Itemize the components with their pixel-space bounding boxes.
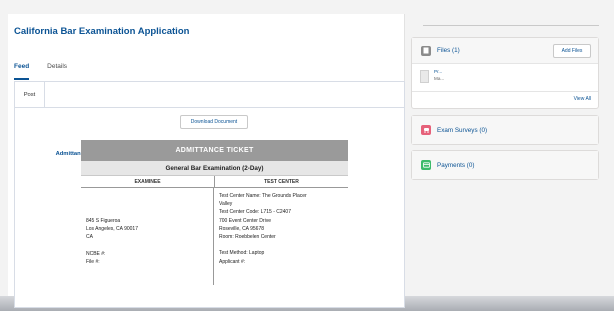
surveys-card-header: Exam Surveys (0) [412,116,598,144]
ticket-heading: ADMITTANCE TICKET [81,140,348,161]
center-code: Test Center Code: L715 - C2407 [219,209,291,216]
files-footer-divider [412,91,598,92]
files-card: Files (1) Add Files Pr... Ma... View All [411,37,599,109]
ticket-column-headers: EXAMINEE TEST CENTER [81,176,348,188]
examinee-address1: 845 S Figueroa [86,218,121,224]
record-tabs: Feed Details [14,60,67,80]
center-name-line1: Test Center Name: The Grounds Placer [219,193,307,199]
test-center-header: TEST CENTER [264,178,299,185]
file-icon [421,45,431,56]
examinee-column: 845 S Figueroa Los Angeles, CA 90017 CA … [81,188,214,285]
payments-title[interactable]: Payments (0) [437,162,474,169]
center-room: Room: Roebbelen Center [219,234,276,241]
tab-details[interactable]: Details [47,60,67,80]
car-icon [421,125,431,135]
admittance-ticket-table: ADMITTANCE TICKET General Bar Examinatio… [81,140,348,285]
main-card: California Bar Examination Application F… [8,14,405,308]
view-all-link[interactable]: View All [574,96,591,102]
payment-icon [421,160,431,170]
tab-post[interactable]: Post [15,82,45,108]
feed-panel: Post Admittance Ticket Download Document… [14,81,405,308]
feed-subtabs: Post Admittance Ticket [15,82,404,167]
files-card-header: Files (1) Add Files [412,38,598,64]
document-thumbnail-icon [420,70,429,83]
examinee-ncbe: NCBE #: [86,250,106,257]
surveys-title[interactable]: Exam Surveys (0) [437,127,487,134]
test-method: Test Method: Laptop [219,250,265,257]
center-street: 700 Event Center Drive [219,217,271,224]
examinee-file: File #: [86,259,100,265]
file-subtitle: Ma... [434,76,445,81]
examinee-country: CA [86,234,93,241]
page-title: California Bar Examination Application [14,26,190,37]
add-files-button[interactable]: Add Files [553,44,591,58]
center-city: Roseville, CA 95678 [219,225,265,232]
exam-type: General Bar Examination (2-Day) [81,161,348,176]
center-name-line2: Valley [219,201,233,208]
examinee-header: EXAMINEE [81,176,215,187]
file-name[interactable]: Pr... [434,68,444,75]
test-center-column: Test Center Name: The Grounds Placer Val… [214,188,348,285]
payments-card: Payments (0) [411,150,599,180]
tab-feed[interactable]: Feed [14,60,30,80]
download-document-button[interactable]: Download Document [180,115,248,129]
file-item[interactable]: Pr... Ma... [420,68,444,86]
exam-surveys-card: Exam Surveys (0) [411,115,599,145]
files-title[interactable]: Files (1) [437,47,460,54]
examinee-address2: Los Angeles, CA 90017 [86,226,138,233]
applicant-number: Applicant #: [219,258,246,265]
sidebar-divider [423,25,599,26]
ticket-body: 845 S Figueroa Los Angeles, CA 90017 CA … [81,188,348,285]
payments-card-header: Payments (0) [412,151,598,179]
file-meta: Pr... Ma... [434,68,444,82]
